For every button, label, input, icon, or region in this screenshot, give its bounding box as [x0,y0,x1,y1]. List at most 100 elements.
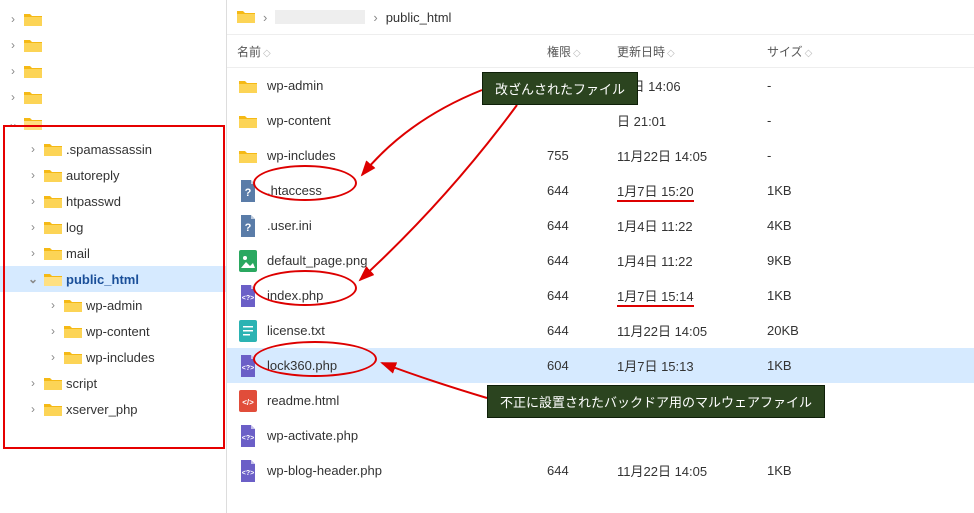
file-perm: 644 [547,218,617,233]
expand-icon[interactable]: ⌄ [26,272,40,286]
folder-icon [24,90,42,104]
tree-item[interactable]: ⌄ [0,110,226,136]
file-size: - [767,113,847,128]
tree-item[interactable]: ⌄public_html [0,266,226,292]
svg-text:</>: </> [242,398,254,407]
folder-icon [44,272,62,286]
tree-item[interactable]: › htpasswd [0,188,226,214]
expand-icon[interactable]: ⌄ [6,116,20,130]
main-panel: › › public_html 名前◇ 権限◇ 更新日時◇ サイズ◇ wp-ad… [227,0,974,513]
file-perm: 604 [547,358,617,373]
file-row[interactable]: ?.user.ini6441月4日 11:224KB [227,208,974,243]
tree-label: log [66,220,83,235]
svg-text:?: ? [245,222,252,234]
folder-icon [64,350,82,364]
chevron-right-icon: › [263,10,267,25]
expand-icon[interactable]: › [26,402,40,416]
file-name: wp-includes [267,148,547,163]
svg-text:<?>: <?> [242,435,254,442]
tree-item[interactable]: › [0,6,226,32]
file-name: .user.ini [267,218,547,233]
file-date: 1月7日 15:14 [617,286,767,305]
expand-icon[interactable]: › [26,246,40,260]
file-row[interactable]: <?>index.php6441月7日 15:141KB [227,278,974,313]
tree-label: autoreply [66,168,119,183]
breadcrumb: › › public_html [227,0,974,35]
file-row[interactable]: ?.htaccess6441月7日 15:201KB [227,173,974,208]
tree-label: xserver_php [66,402,138,417]
tree-item[interactable]: › wp-includes [0,344,226,370]
expand-icon[interactable]: › [46,324,60,338]
file-row[interactable]: <?> wp-activate.php [227,418,974,453]
col-date[interactable]: 更新日時◇ [617,43,767,60]
file-date: 1月7日 15:20 [617,181,767,200]
file-row[interactable]: default_page.png6441月4日 11:229KB [227,243,974,278]
tree-label: wp-content [86,324,150,339]
col-size[interactable]: サイズ◇ [767,43,847,60]
tree-item[interactable]: › wp-content [0,318,226,344]
file-date: 11月22日 14:05 [617,321,767,340]
svg-text:<?>: <?> [242,365,254,372]
tree-label: wp-includes [86,350,155,365]
expand-icon[interactable]: › [46,298,60,312]
callout-tampered: 改ざんされたファイル [482,72,638,105]
tree-item[interactable]: › .spamassassin [0,136,226,162]
file-row[interactable]: <?>wp-blog-header.php64411月22日 14:051KB [227,453,974,488]
file-row[interactable]: license.txt64411月22日 14:0520KB [227,313,974,348]
expand-icon[interactable]: › [26,220,40,234]
expand-icon[interactable]: › [6,90,20,104]
column-headers: 名前◇ 権限◇ 更新日時◇ サイズ◇ [227,35,974,68]
file-date: 1月7日 15:13 [617,356,767,375]
file-perm: 644 [547,253,617,268]
tree-item[interactable]: › [0,84,226,110]
file-name: wp-content [267,113,547,128]
file-size: 4KB [767,218,847,233]
file-row[interactable]: <?>lock360.php6041月7日 15:131KB [227,348,974,383]
file-name: wp-activate.php [267,428,547,443]
expand-icon[interactable]: › [6,12,20,26]
unknown-icon: ? [237,215,259,237]
folder-icon [237,145,259,167]
tree-label: htpasswd [66,194,121,209]
folder-icon [24,12,42,26]
file-date: 11月22日 14:05 [617,146,767,165]
expand-icon[interactable]: › [26,376,40,390]
tree-label: .spamassassin [66,142,152,157]
unknown-icon: ? [237,180,259,202]
folder-icon [24,64,42,78]
breadcrumb-current[interactable]: public_html [386,10,452,25]
file-perm: 644 [547,463,617,478]
file-list: wp-admin22日 14:06-wp-content日 21:01-wp-i… [227,68,974,488]
tree-item[interactable]: › xserver_php [0,396,226,422]
image-icon [237,250,259,272]
col-name[interactable]: 名前◇ [237,43,547,60]
folder-icon [237,9,255,26]
file-size: 1KB [767,358,847,373]
col-perm[interactable]: 権限◇ [547,43,617,60]
expand-icon[interactable]: › [6,64,20,78]
tree-item[interactable]: › autoreply [0,162,226,188]
expand-icon[interactable]: › [46,350,60,364]
expand-icon[interactable]: › [6,38,20,52]
tree-item[interactable]: › script [0,370,226,396]
tree-item[interactable]: ›mail [0,240,226,266]
file-size: 1KB [767,463,847,478]
expand-icon[interactable]: › [26,168,40,182]
tree-label: script [66,376,97,391]
expand-icon[interactable]: › [26,194,40,208]
file-size: 9KB [767,253,847,268]
folder-icon [64,324,82,338]
tree-item[interactable]: › log [0,214,226,240]
tree-label [46,64,75,79]
file-row[interactable]: wp-includes75511月22日 14:05- [227,138,974,173]
tree-item[interactable]: › [0,32,226,58]
folder-icon [44,194,62,208]
file-row[interactable]: wp-content日 21:01- [227,103,974,138]
file-name: wp-blog-header.php [267,463,547,478]
tree-item[interactable]: › [0,58,226,84]
html-icon: </> [237,390,259,412]
tree-item[interactable]: ›wp-admin [0,292,226,318]
expand-icon[interactable]: › [26,142,40,156]
folder-icon [44,246,62,260]
file-size: 1KB [767,183,847,198]
